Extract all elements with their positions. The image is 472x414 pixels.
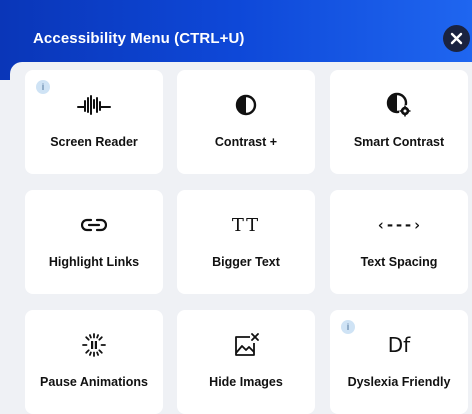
tile-pause-animations[interactable]: Pause Animations: [25, 310, 163, 414]
tile-highlight-links[interactable]: Highlight Links: [25, 190, 163, 294]
tile-label: Smart Contrast: [353, 135, 445, 149]
pause-animation-icon: [82, 333, 106, 357]
tile-text-spacing[interactable]: ‹---› Text Spacing: [330, 190, 468, 294]
tile-label: Highlight Links: [48, 255, 140, 269]
tile-label: Screen Reader: [50, 135, 138, 149]
menu-body: i Screen Reader Contrast + Smart Contras…: [10, 62, 472, 414]
hide-image-icon: [235, 333, 259, 356]
text-spacing-icon: ‹---›: [376, 216, 422, 234]
accessibility-menu-panel: Accessibility Menu (CTRL+U) i Screen Rea…: [0, 0, 472, 414]
tile-label: Contrast +: [214, 135, 278, 149]
tile-label: Bigger Text: [212, 255, 280, 269]
tile-label: Pause Animations: [40, 375, 148, 389]
tile-label: Dyslexia Friendly: [347, 375, 451, 389]
tile-label: Hide Images: [209, 375, 283, 389]
tile-bigger-text[interactable]: TT Bigger Text: [177, 190, 315, 294]
contrast-gear-icon: [386, 92, 411, 117]
tile-hide-images[interactable]: Hide Images: [177, 310, 315, 414]
tile-smart-contrast[interactable]: Smart Contrast: [330, 70, 468, 174]
link-icon: [81, 218, 107, 232]
dyslexia-font-icon: Df: [387, 333, 411, 357]
text-size-icon: TT: [231, 214, 261, 236]
half-circle-icon: [235, 94, 257, 116]
tile-label: Text Spacing: [360, 255, 438, 269]
tile-dyslexia-friendly[interactable]: i Df Dyslexia Friendly: [330, 310, 468, 414]
waveform-icon: [77, 95, 111, 115]
tile-screen-reader[interactable]: i Screen Reader: [25, 70, 163, 174]
close-icon: [450, 32, 463, 45]
close-button[interactable]: [443, 25, 470, 52]
tile-contrast[interactable]: Contrast +: [177, 70, 315, 174]
menu-title: Accessibility Menu (CTRL+U): [33, 30, 245, 47]
